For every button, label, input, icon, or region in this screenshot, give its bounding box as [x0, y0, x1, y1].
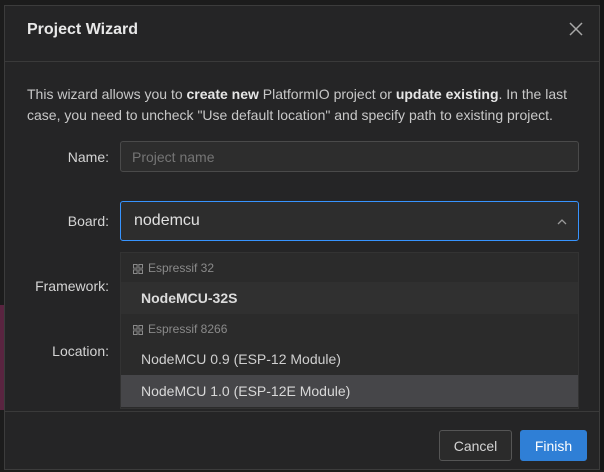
board-search-input[interactable] [120, 201, 579, 241]
project-wizard-dialog: Project Wizard This wizard allows you to… [4, 5, 600, 470]
grid-icon [133, 263, 143, 274]
dialog-title: Project Wizard [27, 21, 138, 38]
board-option-nodemcu-09[interactable]: NodeMCU 0.9 (ESP-12 Module) [121, 343, 578, 375]
group-label: Espressif 32 [148, 260, 215, 275]
group-header-espressif32: Espressif 32 [121, 253, 578, 282]
background-app-edge-right [600, 0, 604, 470]
dialog-header: Project Wizard [5, 6, 599, 62]
board-option-nodemcu-32s[interactable]: NodeMCU-32S [121, 282, 578, 314]
name-label: Name: [67, 149, 109, 165]
framework-label: Framework: [35, 278, 109, 294]
location-label: Location: [52, 343, 109, 359]
board-label: Board: [67, 213, 109, 229]
cancel-button[interactable]: Cancel [439, 430, 512, 461]
board-dropdown-list: Espressif 32 NodeMCU-32S Espressif 8266 … [120, 252, 579, 409]
group-label: Espressif 8266 [148, 321, 228, 336]
chevron-up-icon[interactable] [556, 215, 568, 227]
wizard-description: This wizard allows you to create new Pla… [27, 86, 567, 123]
group-header-espressif8266: Espressif 8266 [121, 314, 578, 343]
board-option-nodemcu-10[interactable]: NodeMCU 1.0 (ESP-12E Module) [121, 375, 578, 407]
close-icon[interactable] [567, 20, 585, 38]
finish-button[interactable]: Finish [520, 430, 587, 461]
project-name-input[interactable] [120, 141, 579, 172]
dialog-footer: Cancel Finish [5, 411, 599, 472]
grid-icon [133, 324, 143, 335]
